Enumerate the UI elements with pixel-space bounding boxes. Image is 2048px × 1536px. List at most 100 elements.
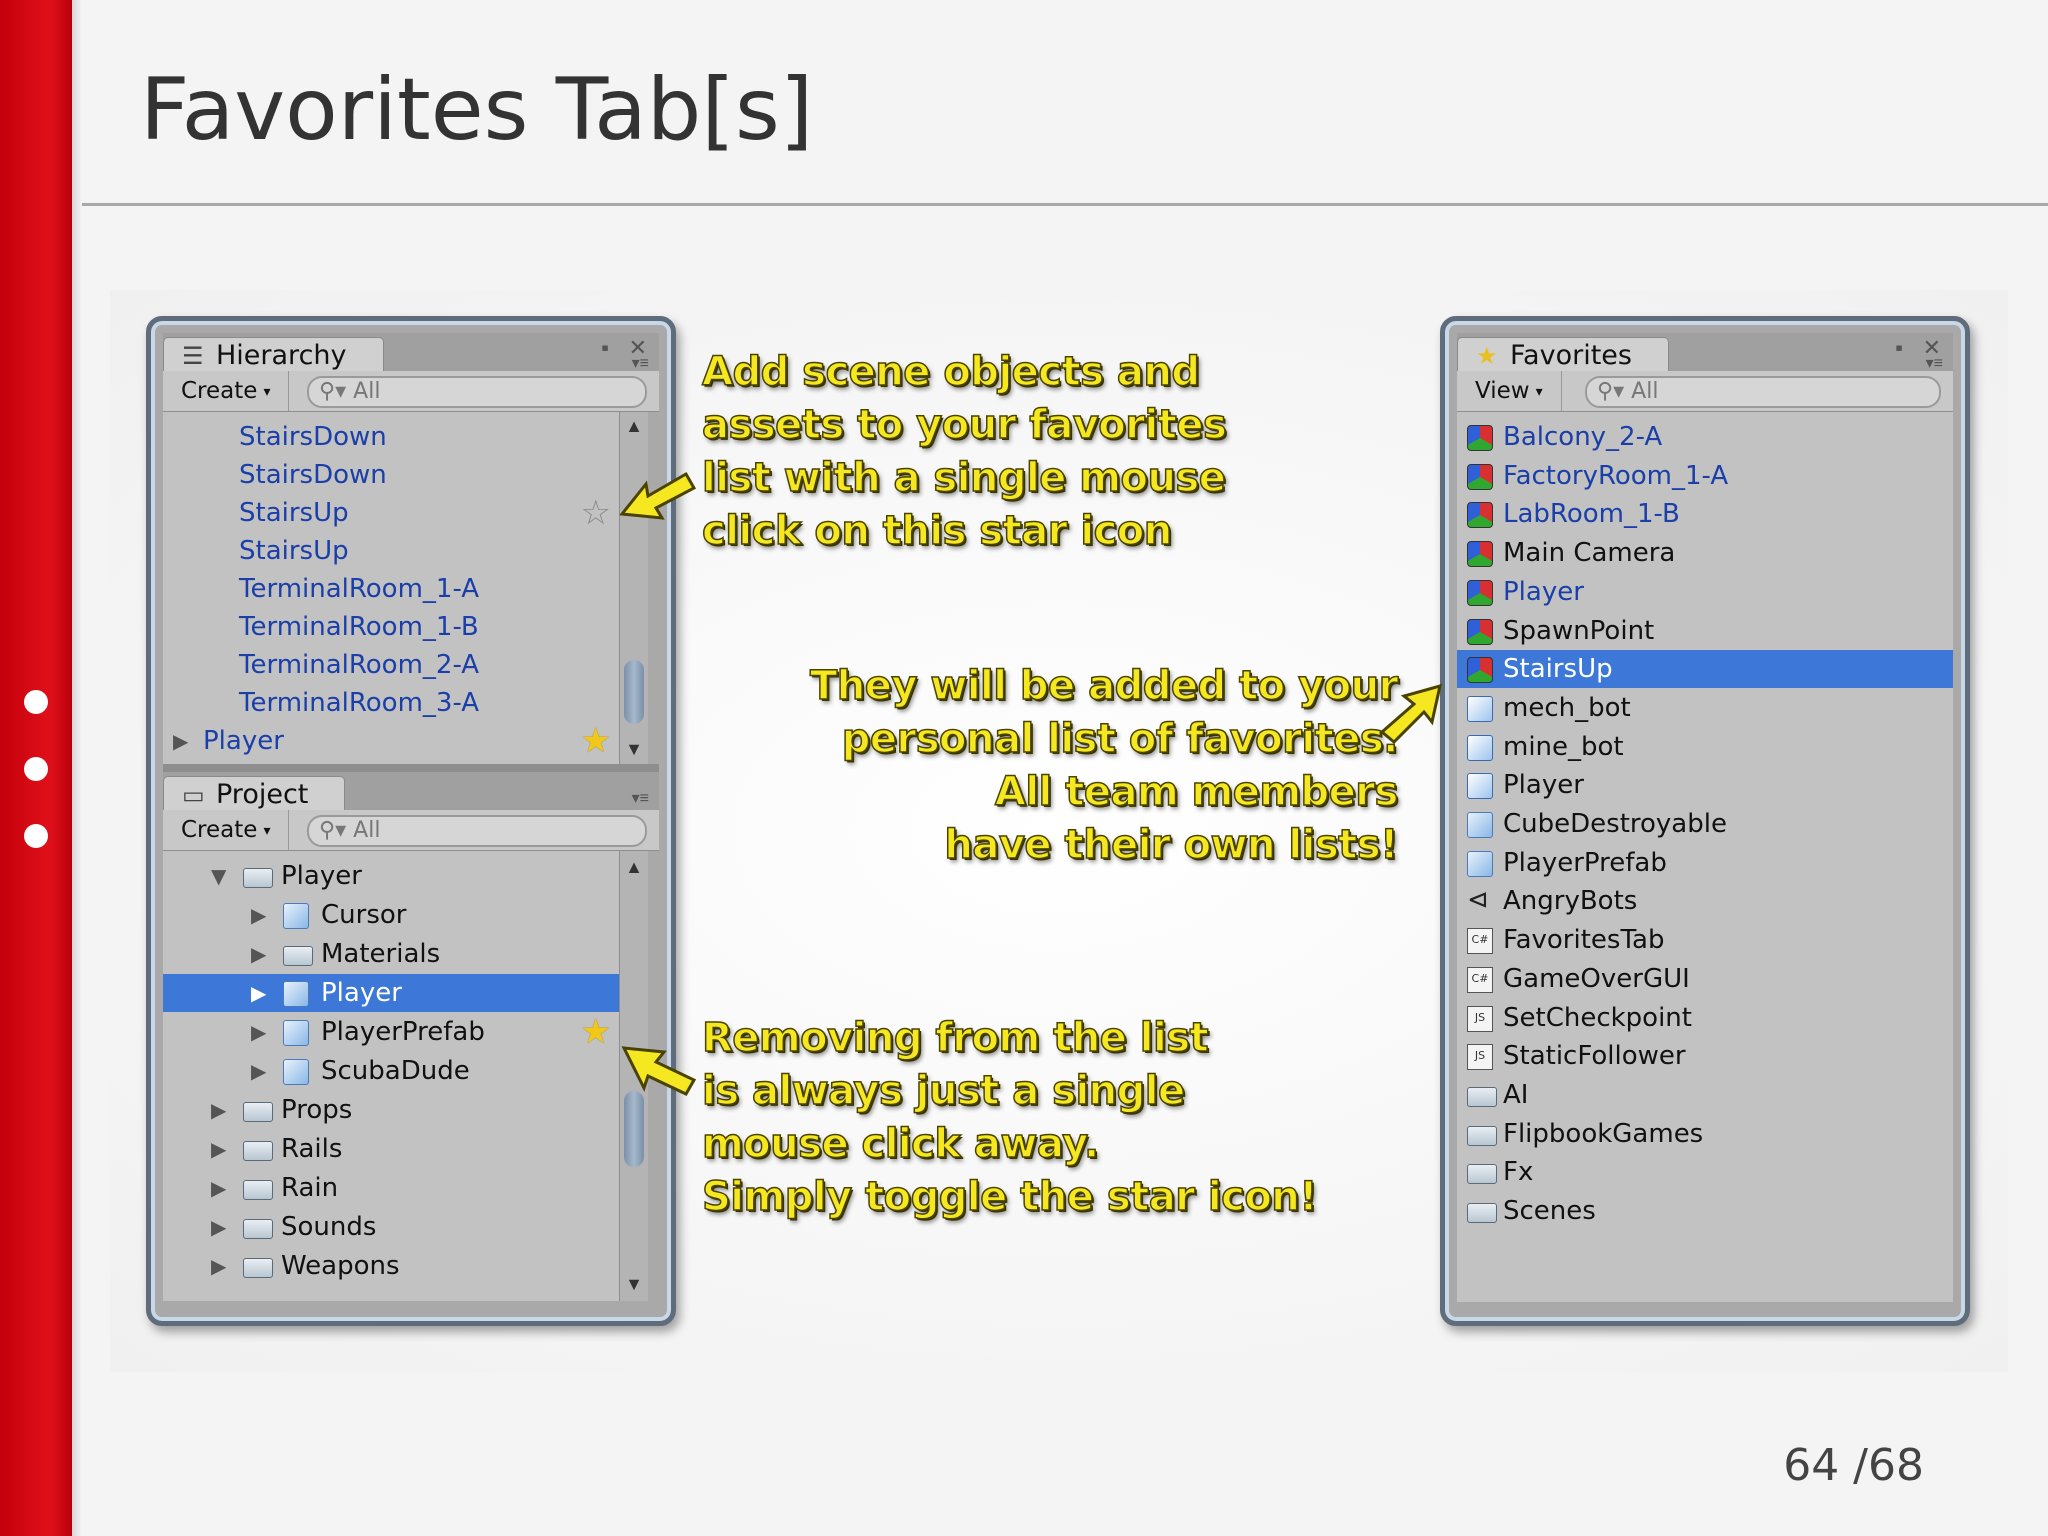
project-row[interactable]: ▶ Props — [163, 1091, 619, 1129]
expand-arrow-icon[interactable]: ▶ — [251, 974, 266, 1012]
favorites-row[interactable]: SpawnPoint — [1457, 612, 1953, 650]
expand-arrow-icon[interactable]: ▶ — [251, 1052, 266, 1090]
callout-line: All team members — [994, 768, 1399, 816]
favorites-row[interactable]: FlipbookGames — [1457, 1115, 1953, 1153]
favorites-row[interactable]: Fx — [1457, 1153, 1953, 1191]
hierarchy-row[interactable]: TerminalRoom_3-A — [163, 684, 619, 722]
hierarchy-row-label: StairsDown — [239, 422, 387, 452]
favorites-row[interactable]: ⊲ AngryBots — [1457, 882, 1953, 920]
tab-menu-icon[interactable]: ▾≡ — [632, 353, 649, 373]
project-row[interactable]: ▶ Weapons — [163, 1247, 619, 1285]
expand-arrow-icon[interactable]: ▶ — [211, 1208, 226, 1246]
tab-menu-icon[interactable]: ▾≡ — [1926, 353, 1943, 373]
tab-favorites-label: Favorites — [1510, 340, 1632, 371]
expand-arrow-icon[interactable]: ▶ — [173, 722, 188, 760]
panel-divider[interactable] — [163, 764, 659, 772]
tab-hierarchy[interactable]: ☰ Hierarchy — [163, 337, 384, 374]
search-placeholder: All — [1631, 379, 1659, 404]
project-row[interactable]: ▶ Sounds — [163, 1208, 619, 1246]
tab-menu-icon[interactable]: ▾≡ — [632, 788, 649, 808]
project-row-label: PlayerPrefab — [321, 1017, 485, 1047]
tab-project[interactable]: ▭ Project — [163, 776, 346, 813]
maximize-icon[interactable]: ▪ — [601, 335, 609, 361]
collapse-arrow-icon[interactable]: ▼ — [211, 857, 226, 895]
project-create-button[interactable]: Create ▾ — [163, 810, 290, 850]
expand-arrow-icon[interactable]: ▶ — [211, 1169, 226, 1207]
favorites-row[interactable]: Scenes — [1457, 1192, 1953, 1230]
project-row[interactable]: ▶ Player — [163, 974, 619, 1012]
favorites-row[interactable]: Main Camera — [1457, 534, 1953, 572]
hierarchy-row[interactable]: TerminalRoom_1-A — [163, 570, 619, 608]
scroll-up-icon[interactable]: ▲ — [620, 416, 648, 437]
scroll-up-icon[interactable]: ▲ — [620, 857, 648, 878]
favorites-row-label: Scenes — [1503, 1196, 1596, 1226]
favorites-row-label: Player — [1503, 576, 1584, 607]
favorites-row[interactable]: Player — [1457, 766, 1953, 804]
model-icon — [1467, 695, 1493, 722]
prefab-icon — [1467, 812, 1493, 838]
favorites-toolbar: View ▾ ⚲▾ All — [1457, 371, 1953, 412]
favorite-star-icon[interactable]: ☆ — [581, 494, 611, 532]
tab-favorites[interactable]: ★ Favorites — [1457, 337, 1669, 374]
favorite-star-icon[interactable]: ★ — [581, 722, 611, 760]
favorites-row[interactable]: C# FavoritesTab — [1457, 921, 1953, 959]
project-row[interactable]: ▶ Rain — [163, 1169, 619, 1207]
hierarchy-row[interactable]: StairsUp ☆ — [163, 494, 619, 532]
gameobject-icon — [1467, 502, 1493, 529]
favorites-row-label: Main Camera — [1503, 538, 1676, 569]
favorites-row[interactable]: StairsUp — [1457, 650, 1953, 689]
favorites-row-label: StaticFollower — [1503, 1041, 1686, 1072]
favorites-row[interactable]: PlayerPrefab — [1457, 844, 1953, 882]
favorites-row[interactable]: mine_bot — [1457, 728, 1953, 766]
scroll-thumb[interactable] — [624, 660, 644, 724]
maximize-icon[interactable]: ▪ — [1895, 335, 1903, 361]
expand-arrow-icon[interactable]: ▶ — [251, 935, 266, 973]
hierarchy-row[interactable]: ▶ Player ★ — [163, 722, 619, 760]
expand-arrow-icon[interactable]: ▶ — [211, 1091, 226, 1129]
favorites-row[interactable]: C# GameOverGUI — [1457, 960, 1953, 998]
hierarchy-row[interactable]: TerminalRoom_2-A — [163, 646, 619, 684]
hierarchy-create-button[interactable]: Create ▾ — [163, 371, 290, 411]
hierarchy-tabbar: ☰ Hierarchy ▪ ✕ ▾≡ — [163, 333, 659, 374]
favorites-row[interactable]: mech_bot — [1457, 689, 1953, 727]
favorites-row[interactable]: JS SetCheckpoint — [1457, 999, 1953, 1037]
hierarchy-search-input[interactable]: ⚲▾ All — [307, 376, 647, 408]
project-search-input[interactable]: ⚲▾ All — [307, 815, 647, 847]
project-row-label: Weapons — [281, 1251, 400, 1281]
scroll-down-icon[interactable]: ▼ — [620, 739, 648, 760]
project-row[interactable]: ▶ Cursor — [163, 896, 619, 934]
hierarchy-row[interactable]: StairsUp — [163, 532, 619, 570]
favorites-row[interactable]: Player — [1457, 573, 1953, 611]
bullet-dot — [24, 757, 48, 781]
project-row[interactable]: ▶ Rails — [163, 1130, 619, 1168]
favorites-search-input[interactable]: ⚲▾ All — [1585, 376, 1941, 408]
favorites-row[interactable]: JS StaticFollower — [1457, 1037, 1953, 1075]
expand-arrow-icon[interactable]: ▶ — [211, 1247, 226, 1285]
js-script-icon: JS — [1467, 1044, 1493, 1071]
project-row[interactable]: ▶ ScubaDude — [163, 1052, 619, 1090]
scroll-down-icon[interactable]: ▼ — [620, 1274, 648, 1295]
hierarchy-row[interactable]: TerminalRoom_1-B — [163, 608, 619, 646]
project-row[interactable]: ▶ Materials — [163, 935, 619, 973]
project-row-label: Cursor — [321, 900, 407, 930]
favorite-star-icon[interactable]: ★ — [581, 1013, 611, 1051]
project-row[interactable]: ▼ Player — [163, 857, 619, 895]
expand-arrow-icon[interactable]: ▶ — [251, 1013, 266, 1051]
favorites-row[interactable]: FactoryRoom_1-A — [1457, 457, 1953, 495]
project-row[interactable]: ▶ PlayerPrefab ★ — [163, 1013, 619, 1051]
folder-icon — [243, 868, 273, 888]
favorites-view-button[interactable]: View ▾ — [1457, 371, 1562, 411]
folder-icon — [1467, 1086, 1497, 1107]
hierarchy-row[interactable]: StairsDown — [163, 418, 619, 456]
expand-arrow-icon[interactable]: ▶ — [211, 1130, 226, 1168]
hierarchy-toolbar: Create ▾ ⚲▾ All — [163, 371, 659, 412]
favorites-row[interactable]: Balcony_2-A — [1457, 418, 1953, 456]
project-list: ▼ Player ▶ Cursor ▶ Materials ▶ Player ▶ PlayerPr… — [163, 851, 619, 1301]
favorites-row[interactable]: LabRoom_1-B — [1457, 495, 1953, 533]
hierarchy-scrollbar[interactable]: ▲ ▼ — [619, 412, 648, 764]
favorites-row[interactable]: AI — [1457, 1076, 1953, 1114]
folder-icon — [1467, 1203, 1497, 1223]
hierarchy-row[interactable]: StairsDown — [163, 456, 619, 494]
expand-arrow-icon[interactable]: ▶ — [251, 896, 266, 934]
favorites-row[interactable]: CubeDestroyable — [1457, 805, 1953, 843]
